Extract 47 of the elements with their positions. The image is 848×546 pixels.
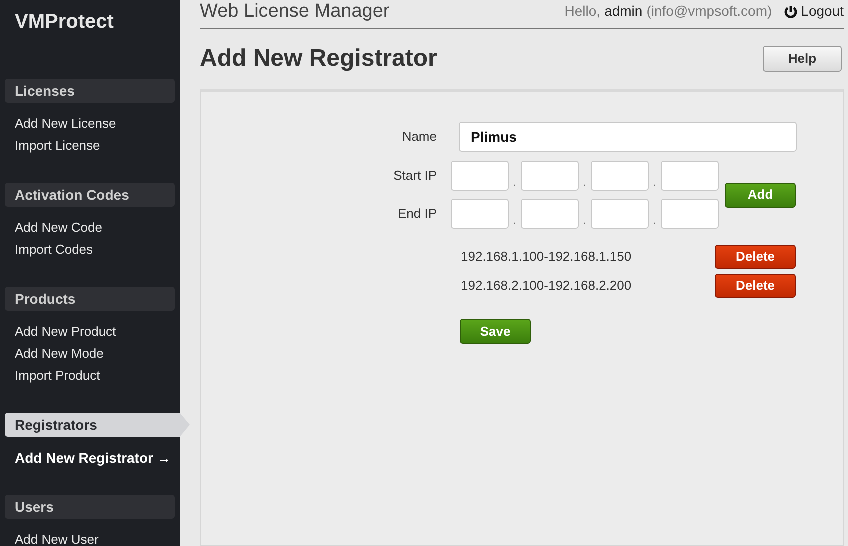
ip-octet-field[interactable] — [661, 161, 719, 191]
sidebar-link[interactable]: Add New Mode — [0, 343, 104, 365]
ip-range-text: 192.168.1.100-192.168.1.150 — [461, 248, 633, 266]
ip-octet-field[interactable] — [661, 199, 719, 229]
ip-octet-field[interactable] — [451, 199, 509, 229]
field-label: Name — [401, 128, 437, 146]
name-field[interactable]: Plimus — [459, 122, 797, 152]
section-header[interactable]: Users — [5, 495, 175, 519]
field-label: End IP — [396, 205, 437, 224]
sidebar-link[interactable]: Import Codes — [0, 239, 94, 261]
add-button[interactable]: Add — [725, 182, 796, 208]
ip-octet-field[interactable] — [591, 161, 649, 191]
ip-octet-field[interactable] — [591, 199, 649, 229]
ip-octet-field[interactable] — [451, 161, 509, 191]
greeting-text: Hello, — [564, 2, 601, 21]
sidebar-link[interactable]: Import License — [0, 135, 100, 157]
section-header[interactable]: Registrators — [5, 413, 190, 437]
field-label: Start IP — [392, 167, 437, 186]
help-button[interactable]: Help — [763, 46, 842, 72]
ip-separator: . — [652, 215, 658, 229]
ip-separator: . — [652, 177, 658, 191]
user-name: admin — [604, 2, 643, 21]
ip-octet-field[interactable] — [521, 161, 579, 191]
ip-octet-field[interactable] — [521, 199, 579, 229]
ip-separator: . — [512, 177, 518, 191]
logo: VMProtect — [14, 10, 115, 35]
logout-link[interactable]: Logout — [784, 1, 844, 22]
sidebar-link[interactable]: Import Product — [0, 365, 100, 387]
ip-range-text: 192.168.2.100-192.168.2.200 — [461, 277, 633, 296]
ip-separator: . — [512, 215, 518, 229]
ip-separator: . — [582, 177, 588, 191]
sidebar-link[interactable]: Add New License — [0, 113, 116, 135]
ip-separator: . — [582, 215, 588, 229]
save-button[interactable]: Save — [460, 319, 531, 344]
sidebar-link[interactable]: Add New Code — [0, 217, 102, 239]
delete-button[interactable]: Delete — [715, 274, 796, 298]
email-text: (info@vmpsoft.com) — [646, 2, 772, 21]
app-title: Web License Manager — [200, 2, 390, 22]
sidebar-link[interactable]: Add New Registrator → — [0, 447, 172, 469]
sidebar-link[interactable]: Add New User — [0, 529, 99, 546]
section-header[interactable]: Products — [5, 287, 175, 311]
page-title: Add New Registrator — [200, 44, 438, 74]
section-header[interactable]: Activation Codes — [5, 183, 175, 207]
delete-button[interactable]: Delete — [715, 245, 796, 269]
power-icon — [784, 4, 798, 18]
sidebar-link[interactable]: Add New Product — [0, 321, 116, 343]
section-header[interactable]: Licenses — [5, 79, 175, 103]
